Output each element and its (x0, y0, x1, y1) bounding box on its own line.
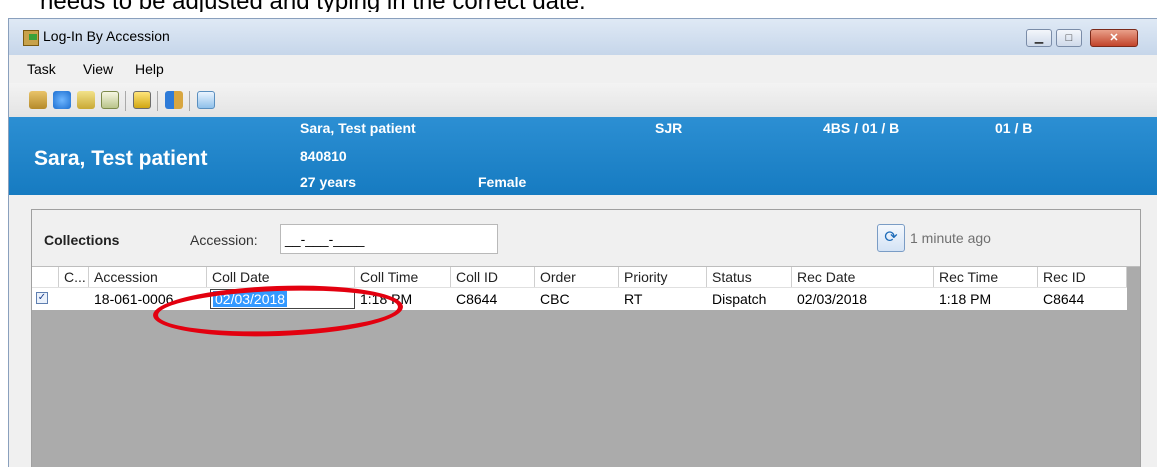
menu-task[interactable]: Task (27, 61, 56, 77)
print-icon[interactable] (29, 91, 47, 109)
column-header-coll-id[interactable]: Coll ID (451, 267, 535, 287)
patient-age: 27 years (300, 174, 357, 190)
patient-sex: Female (478, 174, 527, 190)
column-header-coll-time[interactable]: Coll Time (355, 267, 451, 287)
facility-code: SJR (655, 120, 683, 136)
menu-bar: Task View Help (9, 55, 1157, 83)
cell-coll-id: C8644 (456, 291, 498, 307)
cell-rec-id: C8644 (1043, 291, 1085, 307)
collections-header: Collections Accession: __-___-____ ⟳ 1 m… (32, 210, 1140, 267)
cell-order: CBC (540, 291, 570, 307)
image-icon[interactable] (197, 91, 215, 109)
accession-label: Accession: (190, 232, 258, 248)
cell-status: Dispatch (712, 291, 767, 307)
cell-priority: RT (624, 291, 643, 307)
menu-view[interactable]: View (83, 61, 113, 77)
collections-title: Collections (44, 232, 120, 248)
refresh-icon: ⟳ (884, 229, 898, 246)
patient-name-large: Sara, Test patient (34, 147, 208, 170)
cell-rec-time: 1:18 PM (939, 291, 992, 307)
column-header-c[interactable]: C... (59, 267, 89, 287)
patient-banner: Sara, Test patient Sara, Test patient 84… (9, 117, 1157, 195)
toolbar-separator (157, 91, 158, 111)
minimize-button[interactable]: ▁ (1026, 29, 1052, 47)
column-header-accession[interactable]: Accession (89, 267, 207, 287)
close-button[interactable]: ✕ (1090, 29, 1138, 47)
comment-icon[interactable] (133, 91, 151, 109)
app-icon (23, 30, 39, 46)
log-in-by-accession-window: Log-In By Accession ▁ □ ✕ Task View Help… (8, 18, 1157, 467)
column-header-coll-date[interactable]: Coll Date (207, 267, 355, 287)
grid-header: C... Accession Coll Date Coll Time Coll … (32, 267, 1127, 287)
accession-input[interactable]: __-___-____ (280, 224, 498, 254)
toolbar-separator (125, 91, 126, 111)
cropped-caption: needs to be adjusted and typing in the c… (0, 0, 1157, 12)
row-checkbox[interactable]: ✓ (36, 292, 48, 304)
table-row[interactable]: ✓ 18-061-0006 02/03/2018 1:18 PM C8644 C… (32, 287, 1127, 310)
patient-mrn: 840810 (300, 148, 347, 164)
column-header-order[interactable]: Order (535, 267, 619, 287)
patient-bed: 01 / B (995, 120, 1033, 136)
menu-help[interactable]: Help (135, 61, 164, 77)
column-header-rec-time[interactable]: Rec Time (934, 267, 1038, 287)
coll-date-editor[interactable]: 02/03/2018 (210, 289, 355, 309)
column-header-priority[interactable]: Priority (619, 267, 707, 287)
column-header-status[interactable]: Status (707, 267, 792, 287)
collections-grid: C... Accession Coll Date Coll Time Coll … (32, 267, 1140, 467)
patient-name: Sara, Test patient (300, 120, 416, 136)
maximize-button[interactable]: □ (1056, 29, 1082, 47)
refresh-icon[interactable] (53, 91, 71, 109)
exit-icon[interactable] (165, 91, 183, 109)
collections-panel: Collections Accession: __-___-____ ⟳ 1 m… (31, 209, 1141, 467)
toolbar-separator (189, 91, 190, 111)
column-header-rec-id[interactable]: Rec ID (1038, 267, 1127, 287)
report-icon[interactable] (101, 91, 119, 109)
column-header-row-select (32, 267, 59, 287)
title-bar: Log-In By Accession ▁ □ ✕ (9, 19, 1157, 55)
label-icon[interactable] (77, 91, 95, 109)
cell-accession: 18-061-0006 (94, 291, 174, 307)
cell-coll-time: 1:18 PM (360, 291, 413, 307)
window-title: Log-In By Accession (43, 28, 170, 44)
toolbar (9, 83, 1157, 118)
refresh-button[interactable]: ⟳ (877, 224, 905, 252)
column-header-rec-date[interactable]: Rec Date (792, 267, 934, 287)
cell-rec-date: 02/03/2018 (797, 291, 868, 307)
coll-date-selected-text[interactable]: 02/03/2018 (213, 291, 288, 307)
last-refresh-text: 1 minute ago (910, 230, 991, 246)
patient-location: 4BS / 01 / B (823, 120, 900, 136)
